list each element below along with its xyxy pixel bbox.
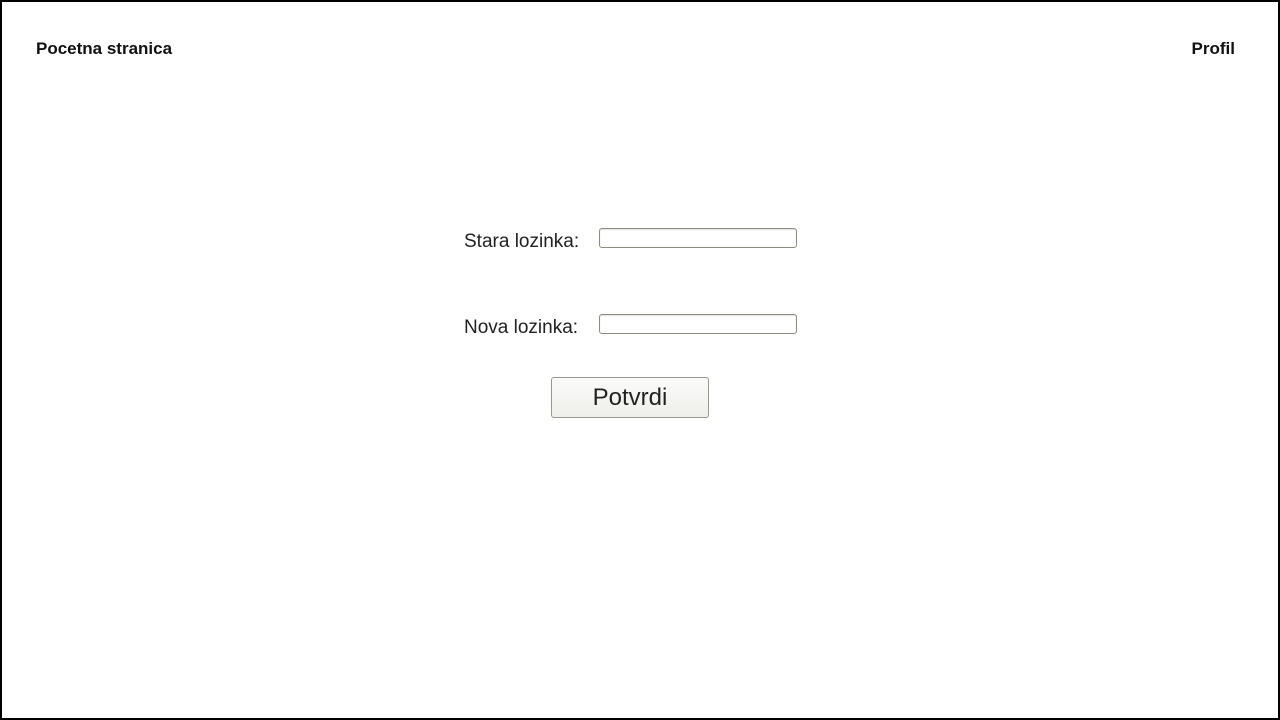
old-password-input[interactable] bbox=[599, 228, 797, 248]
page-frame: Pocetna stranica Profil Stara lozinka: N… bbox=[0, 0, 1280, 720]
new-password-label: Nova lozinka: bbox=[464, 317, 579, 338]
confirm-button[interactable]: Potvrdi bbox=[551, 377, 709, 418]
home-link[interactable]: Pocetna stranica bbox=[36, 39, 172, 59]
new-password-input[interactable] bbox=[599, 314, 797, 334]
profile-link[interactable]: Profil bbox=[1192, 39, 1235, 59]
old-password-label: Stara lozinka: bbox=[464, 231, 580, 252]
